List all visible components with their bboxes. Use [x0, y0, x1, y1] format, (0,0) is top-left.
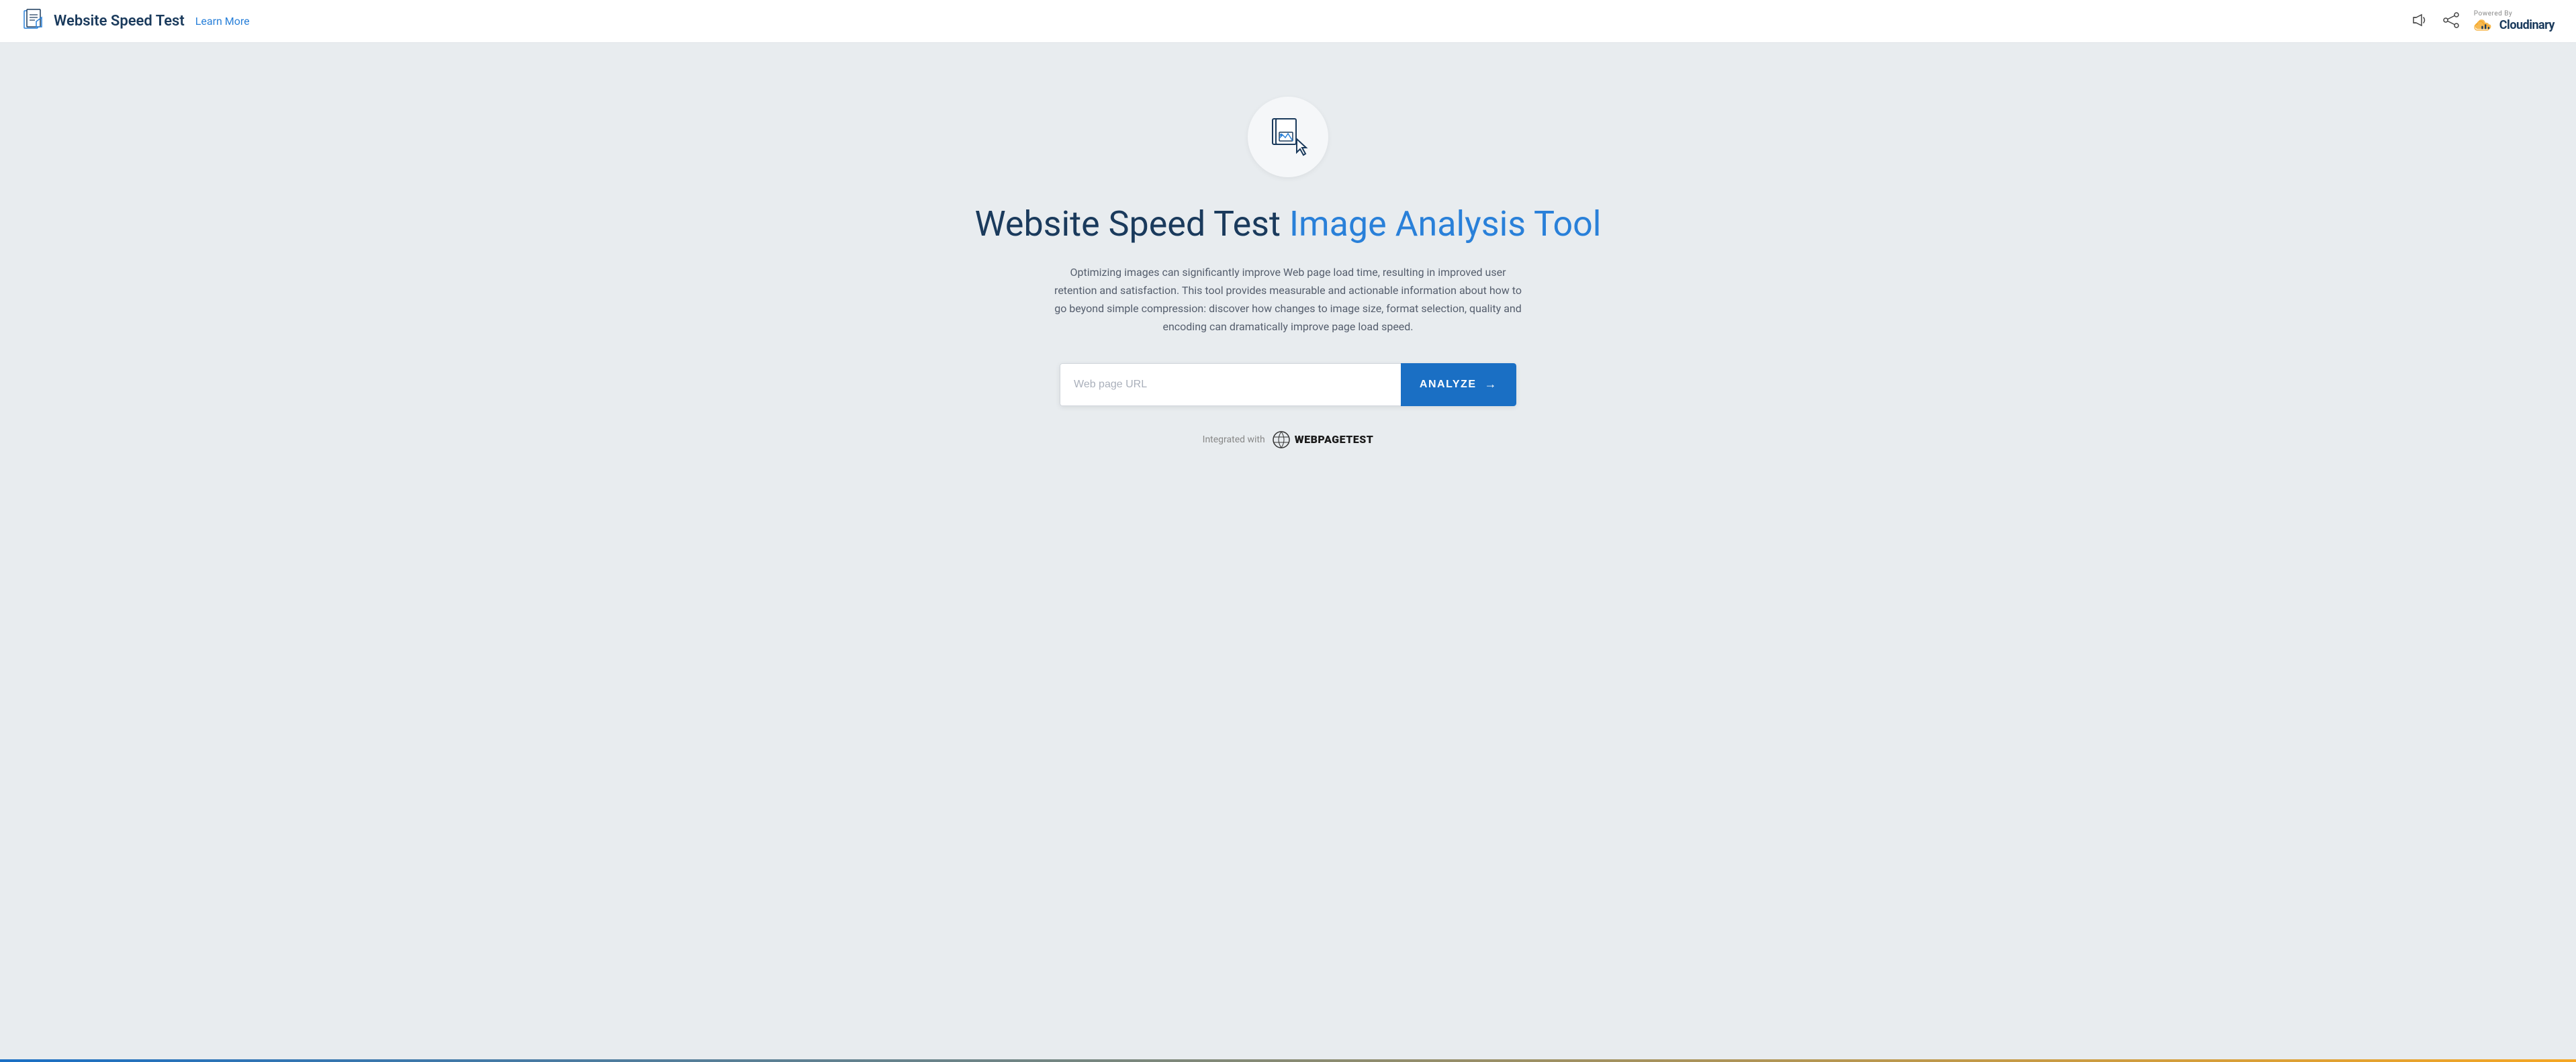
header-left: Website Speed Test Learn More — [21, 8, 250, 35]
share-icon[interactable] — [2442, 11, 2460, 32]
cloudinary-logo: Cloudinary — [2474, 17, 2555, 32]
integrated-text: Integrated with — [1203, 434, 1265, 445]
heading-dark-part: Website Speed Test — [975, 203, 1281, 244]
analyze-button-label: ANALYZE — [1420, 379, 1477, 391]
learn-more-link[interactable]: Learn More — [195, 15, 250, 28]
url-form: ANALYZE → — [1060, 363, 1516, 406]
main-heading: Website Speed Test Image Analysis Tool — [975, 204, 1602, 244]
cloudinary-badge: Powered By Cloudinary — [2474, 10, 2555, 32]
hero-icon — [1248, 97, 1328, 177]
notification-icon[interactable] — [2409, 11, 2428, 32]
arrow-right-icon: → — [1485, 377, 1498, 391]
powered-by-text: Powered By — [2474, 10, 2512, 17]
integrated-section: Integrated with WEBPAGETEST — [1203, 430, 1374, 449]
bottom-accent-bar — [0, 1059, 2576, 1062]
header: Website Speed Test Learn More Powe — [0, 0, 2576, 43]
main-content: Website Speed Test Image Analysis Tool O… — [0, 43, 2576, 1062]
heading-blue-part: Image Analysis Tool — [1289, 203, 1602, 244]
header-right: Powered By Cloudinary — [2409, 10, 2555, 32]
analyze-button[interactable]: ANALYZE → — [1401, 363, 1516, 406]
webpagetest-logo: WEBPAGETEST — [1272, 430, 1374, 449]
logo-icon — [21, 8, 46, 35]
cloudinary-name: Cloudinary — [2499, 18, 2555, 32]
url-input[interactable] — [1060, 363, 1401, 406]
description-text: Optimizing images can significantly impr… — [1053, 263, 1523, 336]
site-title: Website Speed Test — [54, 13, 185, 30]
webpagetest-name: WEBPAGETEST — [1295, 433, 1374, 446]
